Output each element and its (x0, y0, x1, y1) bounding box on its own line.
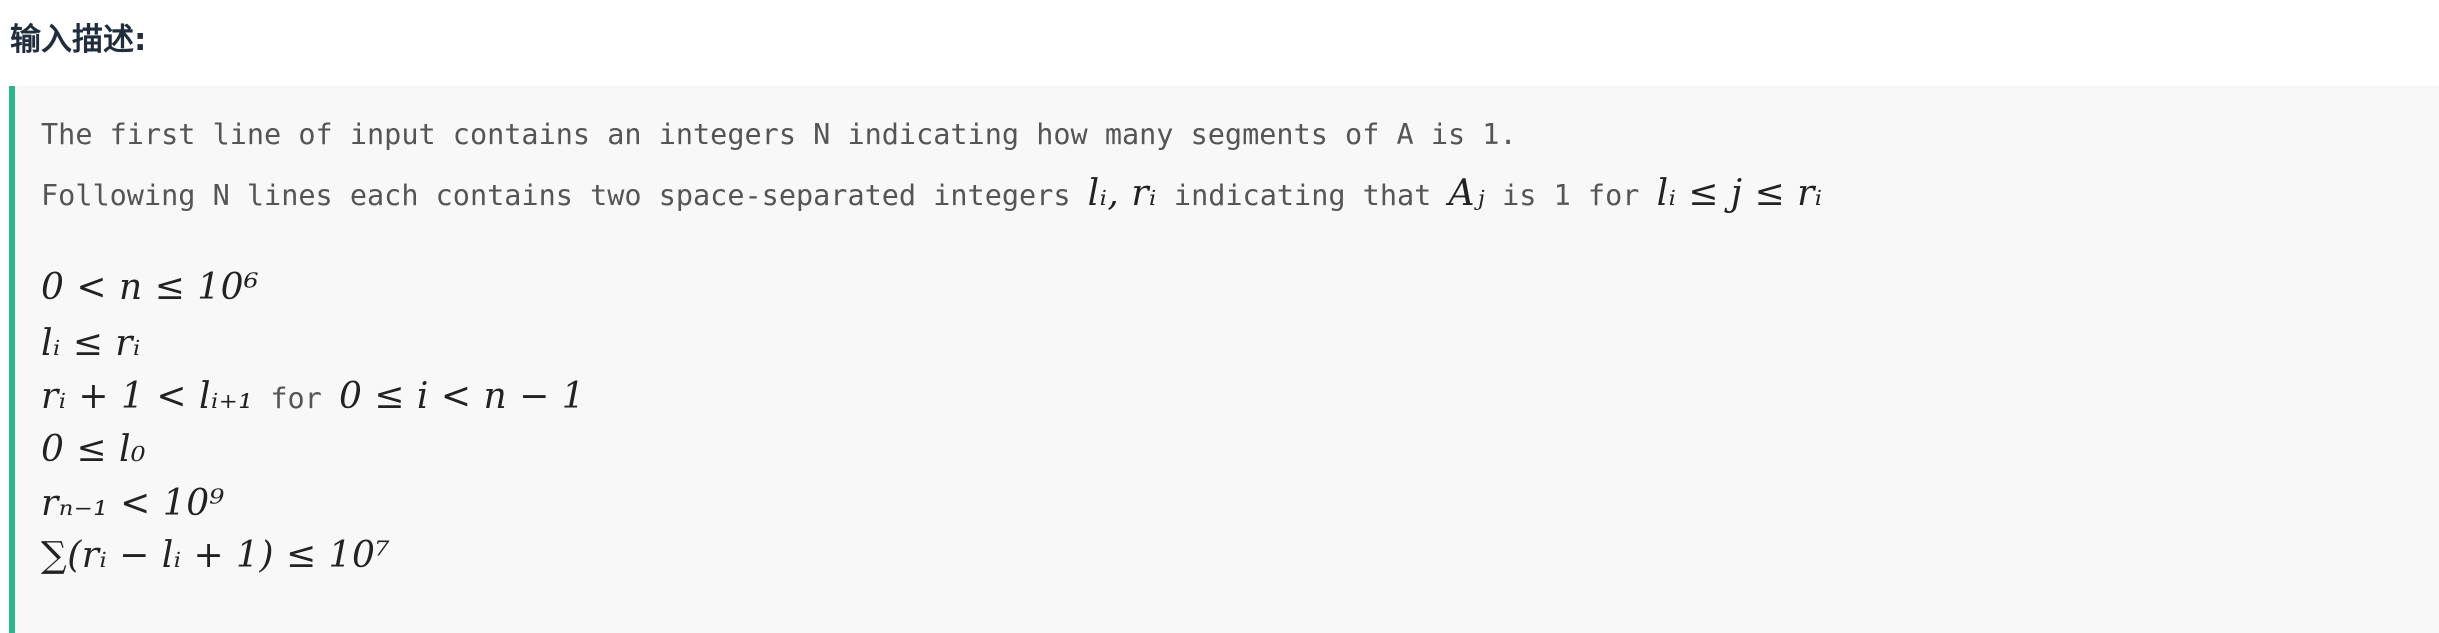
ordering-range: 0 ≤ i < n − 1 (338, 376, 586, 417)
constraint-ordering: rᵢ + 1 < lᵢ₊₁ for 0 ≤ i < n − 1 (41, 379, 585, 415)
ordering-for: for (253, 382, 339, 415)
line2-middle2: is 1 for (1484, 179, 1657, 212)
line2-aj: Aⱼ (1448, 173, 1485, 214)
constraint-n-range: 0 < n ≤ 10⁶ (41, 267, 259, 308)
description-line-1: The first line of input contains an inte… (41, 118, 1517, 151)
section-heading: 输入描述: (10, 22, 147, 58)
description-block: The first line of input contains an inte… (9, 86, 2439, 633)
line2-prefix: Following N lines each contains two spac… (41, 179, 1088, 212)
description-line-2: Following N lines each contains two spac… (41, 173, 1823, 214)
constraint-rn-1: rₙ₋₁ < 10⁹ (41, 483, 225, 524)
ordering-expr: rᵢ + 1 < lᵢ₊₁ (41, 376, 254, 417)
line2-middle: indicating that (1156, 179, 1449, 212)
line2-condition: lᵢ ≤ j ≤ rᵢ (1656, 173, 1823, 214)
constraint-l0: 0 ≤ l₀ (41, 429, 146, 470)
constraint-sum: ∑(rᵢ − lᵢ + 1) ≤ 10⁷ (41, 535, 391, 576)
constraint-l-le-r: lᵢ ≤ rᵢ (41, 323, 141, 364)
line2-variables: lᵢ, rᵢ (1087, 173, 1157, 214)
